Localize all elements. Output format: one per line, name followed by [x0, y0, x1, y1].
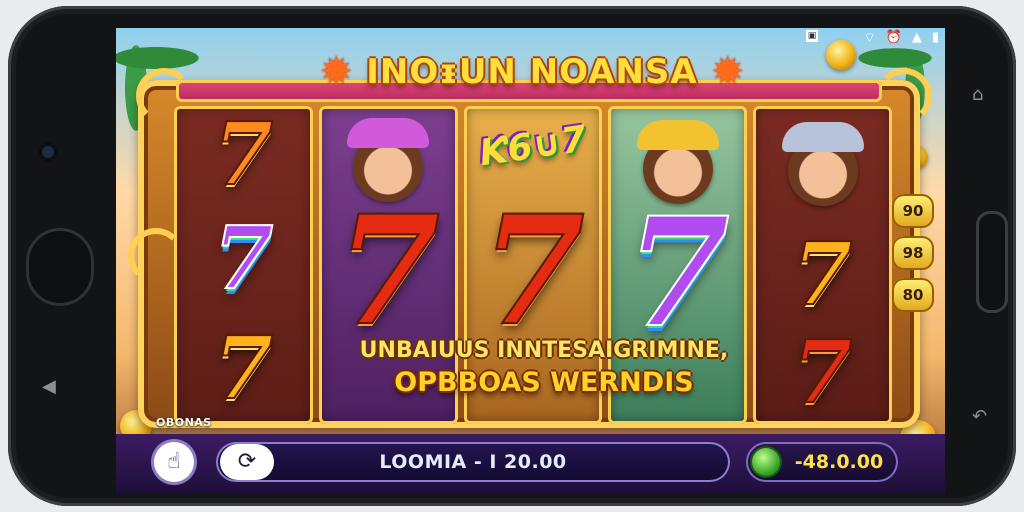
- banner-line-1: UNBAIUUS INNTESAIGRIMINE,: [359, 338, 729, 363]
- reel-symbol: 7: [792, 224, 854, 325]
- wifi-icon: ⌔: [863, 31, 876, 46]
- promo-banner: UNBAIUUS INNTESAIGRIMINE, OPBBOAS WERNDI…: [334, 338, 754, 422]
- multiplier-column: 90 98 80: [892, 194, 934, 312]
- battery-icon: ▮: [931, 30, 939, 45]
- home-button[interactable]: [26, 228, 94, 306]
- notification-icon: ▣: [806, 30, 818, 42]
- character-avatar-helmet: [781, 122, 864, 206]
- banner-line-2: OPBBOAS WERNDIS: [394, 367, 694, 398]
- game-title: INOᵻUN NOANSA: [366, 52, 698, 92]
- multiplier-badge: 80: [892, 278, 934, 312]
- reel-1: 7 7 7: [174, 106, 313, 424]
- camera-icon: [42, 146, 54, 158]
- signal-icon: ▲: [911, 30, 922, 45]
- bonus-label: OBONAS: [156, 416, 212, 429]
- reel-symbol: 7: [480, 183, 586, 359]
- multiplier-badge: 90: [892, 194, 934, 228]
- reel-symbol: 7: [212, 106, 274, 205]
- balance-display[interactable]: -48.0.00: [746, 442, 898, 482]
- home-outline-icon[interactable]: ⌂: [972, 86, 983, 104]
- back-arrow-icon[interactable]: ↶: [972, 408, 987, 426]
- balance-value: -48.0.00: [794, 451, 884, 473]
- star-burst-icon: ✹: [710, 49, 745, 95]
- reel-5: 7 7: [753, 106, 892, 424]
- status-bar: ⌔ ⏰ ▲ ▮: [863, 30, 939, 46]
- gem-icon: [752, 448, 780, 476]
- multiplier-badge: 98: [892, 236, 934, 270]
- bet-field[interactable]: ⟳ LOOMIA - I 20.00: [216, 442, 730, 482]
- hand-button[interactable]: ☝: [154, 442, 194, 482]
- title-area: ✹ INOᵻUN NOANSA ✹: [302, 40, 762, 104]
- reel-symbol: 7: [212, 208, 274, 309]
- alarm-icon: ⏰: [885, 30, 902, 45]
- coin-icon: [826, 40, 856, 70]
- bet-label: LOOMIA - I 20.00: [379, 451, 567, 473]
- reel-symbol: 7: [335, 183, 441, 359]
- hand-icon: ☝: [167, 449, 181, 474]
- reel-symbol: 7: [625, 185, 731, 361]
- back-triangle-icon[interactable]: ◀: [42, 378, 56, 396]
- phone-frame: ◀ ⌂ ↶ ▣ ⌔ ⏰ ▲ ▮ ✹ INOᵻUN NOANSA ✹ 7 7 7 …: [8, 6, 1016, 506]
- game-screen: ▣ ⌔ ⏰ ▲ ▮ ✹ INOᵻUN NOANSA ✹ 7 7 7 7 Ƙ6∪7…: [116, 28, 945, 493]
- reel-logo: Ƙ6∪7: [477, 118, 589, 175]
- reel-symbol: 7: [792, 322, 854, 423]
- star-burst-icon: ✹: [319, 49, 354, 95]
- reel-symbol: 7: [212, 318, 274, 419]
- side-button[interactable]: [976, 211, 1008, 313]
